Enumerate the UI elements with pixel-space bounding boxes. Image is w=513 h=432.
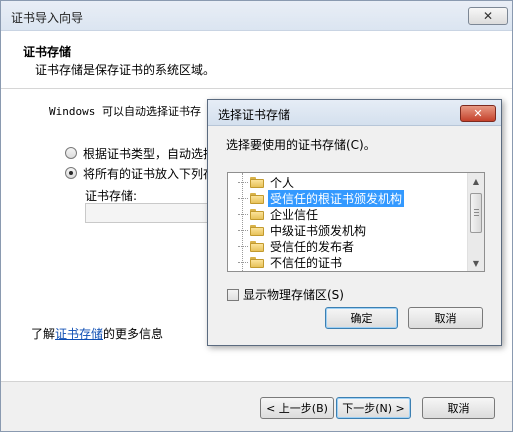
ok-button[interactable]: 确定 (325, 307, 398, 329)
wizard-cancel-button[interactable]: 取消 (422, 397, 495, 419)
learn-more-prefix: 了解 (31, 327, 56, 341)
show-physical-stores-checkbox[interactable] (227, 288, 239, 301)
show-physical-stores-label: 显示物理存储区(S) (243, 288, 344, 302)
tree-hook (238, 197, 248, 199)
radio-manual-store[interactable]: 将所有的证书放入下列存 (65, 165, 215, 181)
store-item-untrusted[interactable]: 不信任的证书 (238, 254, 344, 270)
store-item-label: 受信任的根证书颁发机构 (268, 189, 405, 207)
select-certificate-store-dialog: 选择证书存储 ✕ 选择要使用的证书存储(C)。 个人 受信任的根证书颁发机构 企… (207, 99, 502, 346)
folder-icon (250, 208, 264, 220)
folder-icon (250, 176, 264, 188)
close-icon: ✕ (473, 107, 483, 120)
wizard-title-bar: 证书导入向导 ✕ (1, 1, 512, 31)
folder-icon (250, 240, 264, 252)
tree-hook (238, 213, 248, 215)
tree-hook (238, 181, 248, 183)
wizard-close-button[interactable]: ✕ (468, 7, 508, 25)
store-item-label: 企业信任 (270, 207, 319, 222)
learn-more-text: 了解证书存储的更多信息 (31, 325, 163, 342)
wizard-title: 证书导入向导 (11, 11, 84, 25)
page-title: 证书存储 (23, 45, 72, 59)
store-item-trusted-publishers[interactable]: 受信任的发布者 (238, 238, 356, 254)
store-item-label: 中级证书颁发机构 (270, 223, 367, 238)
dialog-title: 选择证书存储 (218, 108, 291, 122)
folder-icon (250, 224, 264, 236)
next-button[interactable]: 下一步(N) > (336, 397, 411, 419)
tree-scrollbar[interactable]: ▲ ▼ (467, 173, 484, 271)
store-item-label: 受信任的发布者 (270, 239, 355, 254)
folder-icon (250, 256, 264, 268)
scroll-down-arrow-icon[interactable]: ▼ (468, 255, 484, 271)
tree-hook (238, 261, 248, 263)
scrollbar-thumb[interactable] (470, 193, 482, 233)
scroll-up-arrow-icon[interactable]: ▲ (468, 173, 484, 189)
dialog-close-button[interactable]: ✕ (460, 105, 496, 122)
wizard-header: 证书存储 证书存储是保存证书的系统区域。 (1, 31, 512, 89)
store-item-intermediate-ca[interactable]: 中级证书颁发机构 (238, 222, 368, 238)
back-button[interactable]: < 上一步(B) (260, 397, 334, 419)
dialog-prompt: 选择要使用的证书存储(C)。 (226, 138, 376, 152)
dialog-cancel-button[interactable]: 取消 (408, 307, 483, 329)
show-physical-stores-option[interactable]: 显示物理存储区(S) (227, 286, 344, 303)
radio-manual-store-indicator[interactable] (65, 167, 77, 179)
wizard-footer: < 上一步(B) 下一步(N) > 取消 (1, 381, 512, 431)
store-item-label: 不信任的证书 (270, 255, 343, 270)
store-item-personal[interactable]: 个人 (238, 174, 296, 190)
radio-auto-select-indicator[interactable] (65, 147, 77, 159)
store-item-enterprise-trust[interactable]: 企业信任 (238, 206, 320, 222)
thumb-grip (474, 209, 479, 210)
certificate-store-field[interactable] (85, 203, 209, 223)
thumb-grip (474, 215, 479, 216)
intro-text: Windows 可以自动选择证书存 (49, 105, 201, 118)
store-item-trusted-root[interactable]: 受信任的根证书颁发机构 (238, 189, 405, 207)
certificate-store-label: 证书存储: (85, 189, 138, 203)
learn-more-suffix: 的更多信息 (103, 327, 164, 341)
tree-hook (238, 245, 248, 247)
page-subtitle: 证书存储是保存证书的系统区域。 (35, 63, 216, 77)
store-item-label: 个人 (270, 175, 295, 190)
close-icon: ✕ (482, 9, 494, 23)
certificate-store-tree[interactable]: 个人 受信任的根证书颁发机构 企业信任 中级证书颁发机构 受信任的发布者 不信任… (227, 172, 485, 272)
thumb-grip (474, 212, 479, 213)
certificate-store-link[interactable]: 证书存储 (55, 327, 103, 341)
radio-auto-select[interactable]: 根据证书类型，自动选择 (65, 145, 215, 161)
radio-manual-store-label: 将所有的证书放入下列存 (83, 166, 216, 181)
radio-auto-select-label: 根据证书类型，自动选择 (83, 146, 216, 161)
tree-hook (238, 229, 248, 231)
dialog-title-bar: 选择证书存储 ✕ (208, 100, 501, 126)
folder-icon (250, 192, 264, 204)
